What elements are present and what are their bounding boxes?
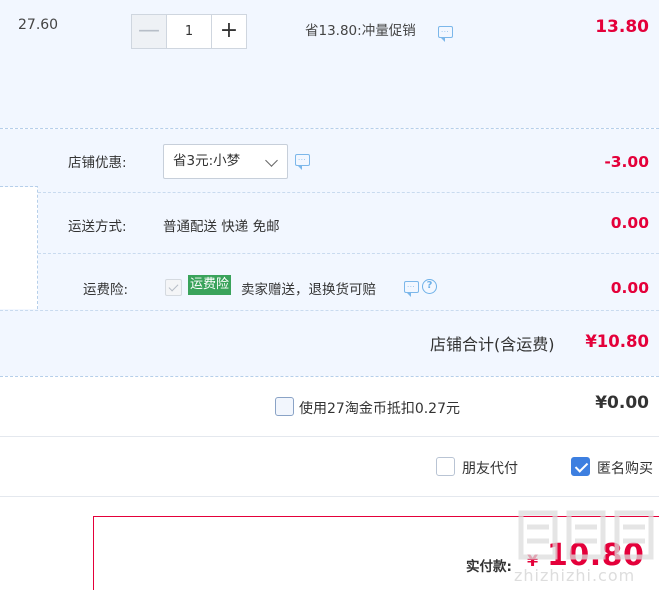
shop-summary: 店铺优惠: 省3元:小梦 ··· -3.00 运送方式: 普通配送 快递 免邮 …: [0, 129, 659, 376]
unit-price: 27.60: [18, 17, 59, 33]
insurance-text: 卖家赠送，退换货可赔: [241, 282, 376, 298]
divider: [0, 436, 659, 437]
promo-text: 省13.80:冲量促销: [305, 23, 416, 39]
divider: [0, 376, 659, 377]
shipping-label: 运送方式:: [68, 219, 127, 235]
help-icon[interactable]: ?: [422, 279, 437, 294]
shop-discount-select[interactable]: 省3元:小梦: [163, 144, 288, 179]
left-gutter: [0, 129, 38, 309]
shop-discount-value: -3.00: [604, 153, 649, 171]
shop-total-value: ¥10.80: [585, 332, 649, 351]
insurance-label: 运费险:: [83, 282, 129, 298]
item-subtotal: 13.80: [595, 17, 649, 37]
coin-deduction-checkbox[interactable]: [275, 397, 294, 416]
shop-total-label: 店铺合计(含运费): [430, 335, 555, 354]
chat-bubble-icon[interactable]: ···: [438, 25, 453, 42]
quantity-input[interactable]: 1: [167, 14, 211, 49]
divider: [0, 496, 659, 497]
insurance-checkbox: [165, 279, 182, 296]
shop-discount-label: 店铺优惠:: [68, 155, 127, 171]
divider: [0, 310, 659, 311]
coin-deduction-label: 使用27淘金币抵扣0.27元: [299, 401, 460, 417]
shop-discount-selected: 省3元:小梦: [173, 153, 241, 169]
divider: [38, 253, 659, 254]
increase-quantity-button[interactable]: +: [211, 14, 247, 49]
insurance-value: 0.00: [610, 279, 649, 297]
friend-pay-label: 朋友代付: [462, 461, 518, 477]
payment-label: 实付款:: [466, 559, 512, 575]
coin-deduction-value: ¥0.00: [595, 393, 649, 413]
quantity-stepper: — 1 +: [131, 14, 247, 49]
decrease-quantity-button[interactable]: —: [131, 14, 167, 49]
anonymous-purchase-checkbox[interactable]: [571, 457, 590, 476]
shipping-method: 普通配送 快递 免邮: [163, 219, 280, 235]
friend-pay-checkbox[interactable]: [436, 457, 455, 476]
insurance-tag: 运费险: [188, 275, 232, 295]
chat-bubble-icon[interactable]: ···: [404, 281, 419, 297]
divider: [38, 192, 659, 193]
watermark-url: zhizhizhi.com: [514, 566, 636, 585]
chat-bubble-icon[interactable]: ···: [295, 154, 310, 170]
shipping-value: 0.00: [610, 214, 649, 232]
chevron-down-icon: [265, 154, 278, 167]
anonymous-purchase-label: 匿名购买: [597, 461, 653, 477]
